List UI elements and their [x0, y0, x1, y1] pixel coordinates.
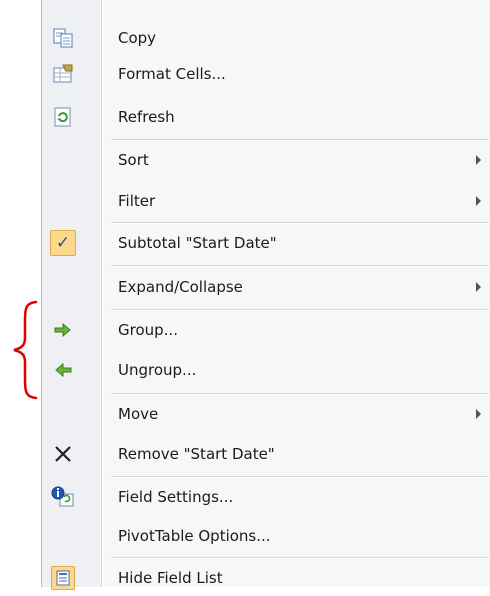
- menu-item-remove[interactable]: Remove "Start Date": [42, 436, 489, 472]
- menu-item-move[interactable]: Move: [42, 396, 489, 432]
- menu-separator: [111, 222, 489, 224]
- menu-item-hide-field-list[interactable]: Hide Field List: [42, 560, 489, 596]
- menu-item-format-cells[interactable]: Format Cells...: [42, 56, 489, 92]
- menu-item-label: Expand/Collapse: [118, 278, 243, 296]
- field-settings-icon: [50, 484, 76, 510]
- menu-separator: [111, 265, 489, 267]
- submenu-arrow-icon: [476, 196, 481, 206]
- menu-item-pivottable-options[interactable]: PivotTable Options...: [42, 518, 489, 554]
- menu-item-ungroup[interactable]: Ungroup...: [42, 352, 489, 388]
- submenu-arrow-icon: [476, 409, 481, 419]
- menu-item-label: Refresh: [118, 108, 175, 126]
- refresh-icon: [50, 104, 76, 130]
- menu-item-label: Format Cells...: [118, 65, 226, 83]
- menu-item-label: Remove "Start Date": [118, 445, 275, 463]
- menu-item-label: Ungroup...: [118, 361, 197, 379]
- menu-separator: [111, 476, 489, 478]
- menu-item-label: Copy: [118, 29, 157, 47]
- menu-item-sort[interactable]: Sort: [42, 142, 489, 178]
- format-cells-icon: [50, 61, 76, 87]
- group-arrow-icon: [50, 317, 76, 343]
- checkmark-icon: ✓: [50, 230, 76, 256]
- remove-x-icon: [50, 441, 76, 467]
- menu-item-label: Group...: [118, 321, 178, 339]
- menu-item-label: Field Settings...: [118, 488, 234, 506]
- menu-item-label: Sort: [118, 151, 149, 169]
- menu-item-subtotal[interactable]: ✓ Subtotal "Start Date": [42, 225, 489, 261]
- copy-icon: [50, 25, 76, 51]
- checkmark-box: ✓: [50, 230, 76, 256]
- field-list-icon: [51, 566, 75, 590]
- menu-separator: [111, 139, 489, 141]
- menu-item-label: Filter: [118, 192, 156, 210]
- submenu-arrow-icon: [476, 155, 481, 165]
- field-list-box: [50, 565, 76, 591]
- menu-separator: [111, 309, 489, 311]
- menu-item-field-settings[interactable]: Field Settings...: [42, 479, 489, 515]
- annotation-brace-icon: [13, 300, 38, 400]
- menu-separator: [111, 393, 489, 395]
- menu-item-filter[interactable]: Filter: [42, 183, 489, 219]
- menu-item-expand-collapse[interactable]: Expand/Collapse: [42, 269, 489, 305]
- menu-item-group[interactable]: Group...: [42, 312, 489, 348]
- context-menu: Copy Format Cells... Refresh Sort Filter…: [41, 0, 490, 590]
- menu-item-refresh[interactable]: Refresh: [42, 99, 489, 135]
- menu-item-label: Move: [118, 405, 159, 423]
- menu-item-label: Hide Field List: [118, 569, 223, 587]
- menu-item-copy[interactable]: Copy: [42, 20, 489, 56]
- menu-item-label: Subtotal "Start Date": [118, 234, 277, 252]
- menu-separator: [111, 557, 489, 559]
- menu-item-label: PivotTable Options...: [118, 527, 271, 545]
- ungroup-arrow-icon: [50, 357, 76, 383]
- submenu-arrow-icon: [476, 282, 481, 292]
